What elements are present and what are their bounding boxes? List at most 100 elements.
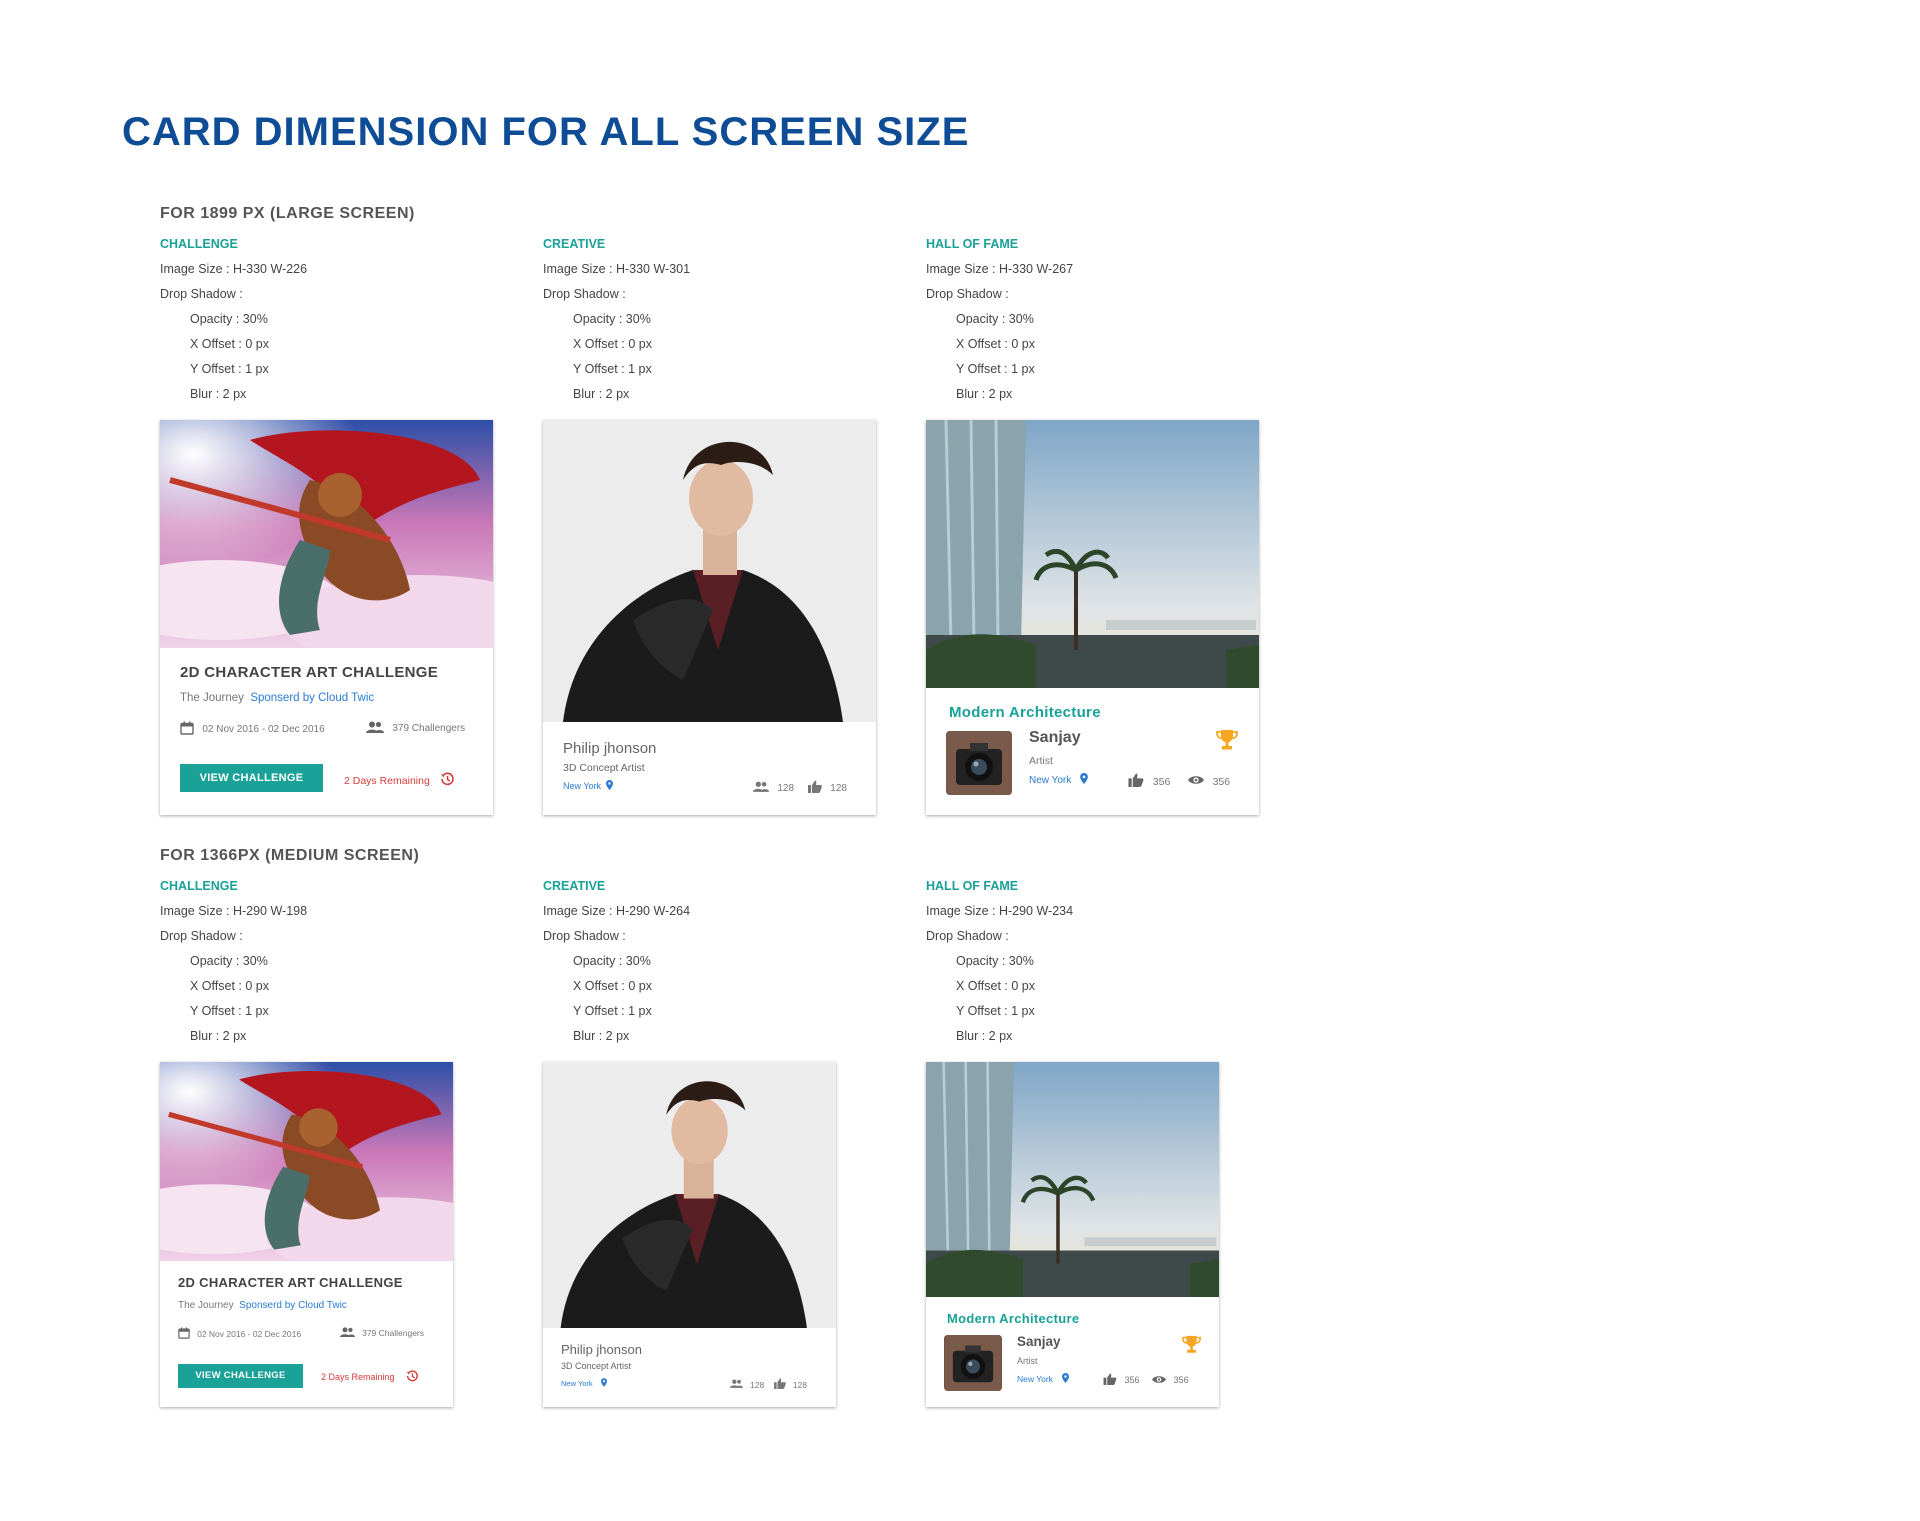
spec-shadow-label: Drop Shadow : bbox=[926, 287, 1009, 301]
avatar[interactable] bbox=[946, 731, 1012, 795]
spec-shadow-label: Drop Shadow : bbox=[160, 929, 243, 943]
section-title: FOR 1366PX (MEDIUM SCREEN) bbox=[160, 847, 420, 864]
spec-type: CREATIVE bbox=[543, 237, 606, 251]
hall-of-fame-image bbox=[926, 420, 1259, 688]
thumbs-up-icon[interactable] bbox=[1128, 773, 1144, 790]
subtitle-prefix: The Journey bbox=[180, 692, 244, 704]
spec-shadow-label: Drop Shadow : bbox=[160, 287, 243, 301]
avatar[interactable] bbox=[944, 1335, 1002, 1391]
card-title: Modern Architecture bbox=[947, 1311, 1080, 1326]
spec-y-offset: Y Offset : 1 px bbox=[573, 362, 652, 376]
likes-count: 128 bbox=[830, 782, 847, 794]
date-text: 02 Nov 2016 - 02 Dec 2016 bbox=[202, 724, 325, 735]
challenge-image bbox=[160, 420, 493, 648]
spec-opacity: Opacity : 30% bbox=[573, 954, 651, 968]
spec-image-size: Image Size : H-330 W-301 bbox=[543, 262, 691, 276]
spec-hall-of-fame: HALL OF FAME Image Size : H-290 W-234 Dr… bbox=[926, 879, 1286, 1052]
subtitle-prefix: The Journey bbox=[178, 1300, 234, 1311]
spec-shadow-label: Drop Shadow : bbox=[543, 287, 626, 301]
card-subtitle: The Journey Sponserd by Cloud Twic bbox=[178, 1300, 347, 1311]
location-text: New York bbox=[1029, 774, 1072, 786]
spec-y-offset: Y Offset : 1 px bbox=[190, 362, 269, 376]
location-text: New York bbox=[563, 781, 602, 791]
spec-image-size: Image Size : H-330 W-267 bbox=[926, 262, 1074, 276]
trophy-icon bbox=[1216, 729, 1238, 756]
view-challenge-button[interactable]: VIEW CHALLENGE bbox=[180, 764, 323, 792]
card-subtitle: The Journey Sponserd by Cloud Twic bbox=[180, 692, 374, 704]
followers-count: 128 bbox=[750, 1379, 765, 1390]
spec-image-size: Image Size : H-290 W-198 bbox=[160, 904, 308, 918]
artist-role: 3D Concept Artist bbox=[563, 762, 645, 774]
artist-role: Artist bbox=[1017, 1356, 1038, 1366]
remaining-text: 2 Days Remaining bbox=[321, 1372, 395, 1382]
artist-location: New York bbox=[1017, 1373, 1070, 1385]
creative-stats: 128 128 bbox=[730, 1378, 807, 1391]
challenge-card[interactable]: 2D CHARACTER ART CHALLENGE The Journey S… bbox=[160, 420, 493, 815]
challengers-count: 379 Challengers bbox=[366, 721, 465, 736]
thumbs-up-icon[interactable] bbox=[807, 780, 822, 796]
hall-of-fame-card[interactable]: Modern Architecture Sanjay Artist New Yo… bbox=[926, 1062, 1219, 1407]
view-challenge-button[interactable]: VIEW CHALLENGE bbox=[178, 1364, 303, 1388]
spec-blur: Blur : 2 px bbox=[956, 1029, 1013, 1043]
sponsor-link[interactable]: Sponserd by Cloud Twic bbox=[239, 1300, 347, 1311]
eye-icon bbox=[1152, 1375, 1167, 1386]
artist-location: New York bbox=[1029, 773, 1088, 787]
spec-opacity: Opacity : 30% bbox=[573, 312, 651, 326]
location-pin-icon bbox=[1079, 773, 1088, 787]
creative-image bbox=[543, 420, 876, 722]
spec-type: HALL OF FAME bbox=[926, 879, 1019, 893]
followers-icon bbox=[730, 1379, 743, 1390]
challengers-text: 379 Challengers bbox=[392, 723, 466, 734]
likes-count: 356 bbox=[1124, 1375, 1140, 1385]
artist-name[interactable]: Sanjay bbox=[1029, 729, 1081, 747]
spec-shadow-label: Drop Shadow : bbox=[543, 929, 626, 943]
days-remaining: 2 Days Remaining bbox=[321, 1369, 419, 1385]
spec-y-offset: Y Offset : 1 px bbox=[956, 1004, 1035, 1018]
spec-creative: CREATIVE Image Size : H-330 W-301 Drop S… bbox=[543, 237, 903, 410]
card-title: 2D CHARACTER ART CHALLENGE bbox=[178, 1275, 403, 1290]
card-title: 2D CHARACTER ART CHALLENGE bbox=[180, 664, 439, 681]
location-text: New York bbox=[1017, 1374, 1053, 1384]
location-text: New York bbox=[561, 1379, 593, 1388]
spec-creative: CREATIVE Image Size : H-290 W-264 Drop S… bbox=[543, 879, 903, 1052]
trophy-icon bbox=[1182, 1335, 1201, 1359]
creative-card[interactable]: Philip jhonson 3D Concept Artist New Yor… bbox=[543, 420, 876, 815]
artist-name[interactable]: Philip jhonson bbox=[561, 1342, 642, 1357]
card-title: Modern Architecture bbox=[949, 704, 1101, 721]
thumbs-up-icon[interactable] bbox=[773, 1378, 786, 1391]
spec-blur: Blur : 2 px bbox=[190, 387, 247, 401]
views-count: 356 bbox=[1212, 775, 1231, 788]
spec-type: CHALLENGE bbox=[160, 237, 238, 251]
hall-of-fame-card[interactable]: Modern Architecture Sanjay Artist New Yo… bbox=[926, 420, 1259, 815]
days-remaining: 2 Days Remaining bbox=[344, 771, 455, 790]
section-large: FOR 1899 PX (LARGE SCREEN) CHALLENGE Ima… bbox=[160, 205, 1460, 825]
creative-stats: 128 128 bbox=[753, 780, 847, 796]
artist-role: Artist bbox=[1029, 755, 1053, 767]
people-icon bbox=[340, 1327, 355, 1339]
calendar-icon bbox=[180, 721, 194, 738]
artist-name[interactable]: Philip jhonson bbox=[563, 740, 656, 757]
sponsor-link[interactable]: Sponserd by Cloud Twic bbox=[250, 692, 374, 704]
creative-card[interactable]: Philip jhonson 3D Concept Artist New Yor… bbox=[543, 1062, 836, 1407]
spec-x-offset: X Offset : 0 px bbox=[573, 337, 652, 351]
artist-name[interactable]: Sanjay bbox=[1017, 1334, 1061, 1349]
spec-opacity: Opacity : 30% bbox=[956, 954, 1034, 968]
hall-stats: 356 356 bbox=[1103, 1373, 1189, 1387]
artist-location: New York bbox=[561, 1378, 608, 1389]
spec-y-offset: Y Offset : 1 px bbox=[573, 1004, 652, 1018]
spec-hall-of-fame: HALL OF FAME Image Size : H-330 W-267 Dr… bbox=[926, 237, 1286, 410]
challenge-card[interactable]: 2D CHARACTER ART CHALLENGE The Journey S… bbox=[160, 1062, 453, 1407]
spec-type: CHALLENGE bbox=[160, 879, 238, 893]
hall-stats: 356 356 bbox=[1128, 773, 1230, 790]
spec-opacity: Opacity : 30% bbox=[190, 312, 268, 326]
spec-blur: Blur : 2 px bbox=[573, 387, 630, 401]
thumbs-up-icon[interactable] bbox=[1103, 1373, 1117, 1387]
spec-type: HALL OF FAME bbox=[926, 237, 1019, 251]
spec-blur: Blur : 2 px bbox=[190, 1029, 247, 1043]
section-medium: FOR 1366PX (MEDIUM SCREEN) CHALLENGE Ima… bbox=[160, 847, 1460, 1417]
spec-image-size: Image Size : H-290 W-264 bbox=[543, 904, 691, 918]
spec-blur: Blur : 2 px bbox=[956, 387, 1013, 401]
spec-x-offset: X Offset : 0 px bbox=[956, 979, 1035, 993]
artist-location: New York bbox=[563, 780, 614, 792]
creative-image bbox=[543, 1062, 836, 1328]
